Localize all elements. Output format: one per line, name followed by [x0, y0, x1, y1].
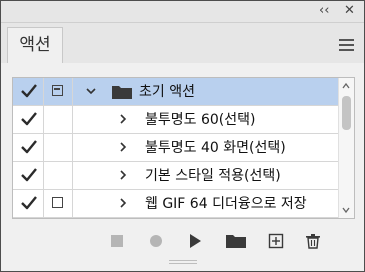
- action-row[interactable]: 불투명도 60(선택): [13, 106, 339, 134]
- close-panel-icon[interactable]: ✕: [344, 3, 355, 19]
- action-label: 불투명도 40 화면(선택): [145, 140, 286, 156]
- scroll-up-icon[interactable]: [342, 82, 350, 90]
- resize-grip[interactable]: [169, 260, 197, 266]
- actions-list: 초기 액션불투명도 60(선택) 불투명도 40 화면(선택) 기본 스타일 적용(…: [12, 77, 355, 219]
- dialog-toggle-icon[interactable]: [52, 197, 63, 208]
- actions-toolbar: [1, 225, 364, 257]
- stop-icon[interactable]: [109, 233, 125, 249]
- scroll-down-icon[interactable]: [342, 206, 350, 214]
- checkmark-icon[interactable]: [20, 194, 38, 212]
- scrollbar-thumb[interactable]: [342, 96, 351, 130]
- chevron-right-icon[interactable]: [117, 141, 129, 153]
- toggle-item-cell[interactable]: [13, 78, 44, 105]
- toggle-dialog-cell[interactable]: [44, 134, 73, 161]
- action-row[interactable]: 웹 GIF 64 디더융으로 저장: [13, 190, 339, 218]
- collapse-panel-icon[interactable]: ‹‹: [319, 3, 329, 19]
- chevron-right-icon[interactable]: [117, 169, 129, 181]
- action-label: 불투명도 60(선택): [145, 112, 256, 128]
- toggle-item-cell[interactable]: [13, 190, 44, 217]
- record-icon[interactable]: [148, 233, 164, 249]
- toggle-dialog-cell[interactable]: [44, 190, 73, 217]
- list-scrollbar[interactable]: [338, 78, 354, 218]
- action-row[interactable]: 기본 스타일 적용(선택): [13, 162, 339, 190]
- hamburger-menu-icon[interactable]: [339, 39, 354, 54]
- action-set-row[interactable]: 초기 액션: [13, 78, 339, 106]
- checkmark-icon[interactable]: [20, 138, 38, 156]
- checkmark-icon[interactable]: [20, 110, 38, 128]
- toggle-dialog-cell[interactable]: [44, 106, 73, 133]
- action-label: 초기 액션: [139, 84, 195, 100]
- action-row[interactable]: 불투명도 40 화면(선택): [13, 134, 339, 162]
- toggle-dialog-cell[interactable]: [44, 162, 73, 189]
- tab-actions[interactable]: 액션: [7, 27, 63, 63]
- new-action-icon[interactable]: [268, 233, 284, 249]
- action-label: 기본 스타일 적용(선택): [145, 168, 281, 184]
- delete-icon[interactable]: [305, 233, 321, 249]
- panel-titlebar: ‹‹ ✕: [1, 1, 364, 23]
- toggle-dialog-cell[interactable]: [44, 78, 73, 105]
- chevron-right-icon[interactable]: [117, 197, 129, 209]
- tab-bar: 액션: [1, 23, 364, 63]
- actions-panel: ‹‹ ✕ 액션 초기 액션불투명도 60(선택) 불투명도 40 화면(선택) 기본…: [0, 0, 365, 272]
- new-set-folder-icon[interactable]: [225, 233, 247, 249]
- folder-icon: [112, 86, 132, 99]
- play-icon[interactable]: [187, 233, 203, 249]
- chevron-right-icon[interactable]: [117, 113, 129, 125]
- toggle-item-cell[interactable]: [13, 106, 44, 133]
- toggle-item-cell[interactable]: [13, 134, 44, 161]
- action-label: 웹 GIF 64 디더융으로 저장: [145, 196, 307, 212]
- checkmark-icon[interactable]: [20, 166, 38, 184]
- chevron-down-icon[interactable]: [85, 85, 97, 97]
- dialog-toggle-icon[interactable]: [52, 85, 63, 96]
- toggle-item-cell[interactable]: [13, 162, 44, 189]
- checkmark-icon[interactable]: [20, 82, 38, 100]
